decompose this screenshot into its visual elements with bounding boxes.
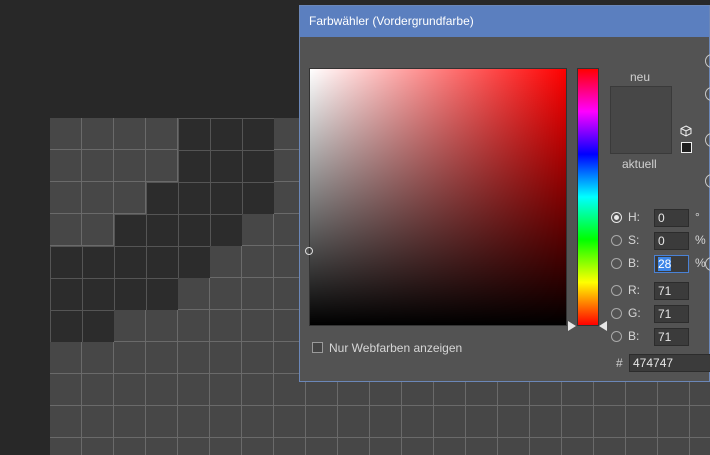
canvas-dark-cell <box>82 310 114 342</box>
red-input[interactable]: 71 <box>654 282 689 300</box>
websafe-square-icon[interactable] <box>681 142 692 153</box>
blue-radio[interactable] <box>611 331 622 342</box>
canvas-dark-cell <box>82 246 114 278</box>
canvas-dark-cell <box>242 118 274 150</box>
green-label: G: <box>628 306 641 320</box>
saturation-brightness-field[interactable] <box>305 68 567 326</box>
canvas-dark-cell <box>114 278 146 310</box>
saturation-unit: % <box>695 233 706 247</box>
canvas-dark-cell <box>82 278 114 310</box>
canvas-dark-cell <box>146 214 178 246</box>
current-color-label: aktuell <box>622 157 657 171</box>
cube-icon[interactable] <box>680 125 692 137</box>
red-label: R: <box>628 283 640 297</box>
hue-input[interactable]: 0 <box>654 209 689 227</box>
color-picker-dialog: Farbwähler (Vordergrundfarbe) neu aktuel… <box>299 5 710 382</box>
canvas-dark-cell <box>178 246 210 278</box>
red-radio[interactable] <box>611 285 622 296</box>
edge-radio-4[interactable] <box>705 174 710 188</box>
canvas-dark-cell <box>210 150 242 182</box>
canvas-dark-cell <box>210 182 242 214</box>
green-input[interactable]: 71 <box>654 305 689 323</box>
canvas-dark-cell <box>146 182 178 214</box>
canvas-dark-cell <box>210 214 242 246</box>
saturation-input[interactable]: 0 <box>654 232 689 250</box>
canvas-dark-cell <box>178 118 210 150</box>
edge-radio-3[interactable] <box>705 133 710 147</box>
blue-input[interactable]: 71 <box>654 328 689 346</box>
canvas-dark-cell <box>178 214 210 246</box>
hex-input[interactable]: 474747 <box>629 354 710 372</box>
canvas-dark-cell <box>146 278 178 310</box>
brightness-radio[interactable] <box>611 258 622 269</box>
webcolors-label: Nur Webfarben anzeigen <box>329 341 463 355</box>
hue-label: H: <box>628 210 640 224</box>
hue-slider-handle-right[interactable] <box>599 321 607 331</box>
canvas-dark-cell <box>114 246 146 278</box>
saturation-label: S: <box>628 233 640 247</box>
canvas-dark-cell <box>242 150 274 182</box>
hex-label: # <box>616 356 623 370</box>
hue-unit: ° <box>695 210 700 224</box>
green-radio[interactable] <box>611 308 622 319</box>
edge-radio-2[interactable] <box>705 87 710 101</box>
dialog-title[interactable]: Farbwähler (Vordergrundfarbe) <box>300 6 709 37</box>
new-color-label: neu <box>630 70 651 84</box>
color-swatch <box>610 86 672 154</box>
canvas-dark-cell <box>50 278 82 310</box>
brightness-label: B: <box>628 256 640 270</box>
color-marker[interactable] <box>305 247 313 255</box>
blue-label: B: <box>628 329 640 343</box>
canvas-dark-cell <box>114 214 146 246</box>
canvas-dark-cell <box>50 246 82 278</box>
edge-radio-1[interactable] <box>705 54 710 68</box>
canvas-dark-cell <box>178 182 210 214</box>
hue-radio[interactable] <box>611 212 622 223</box>
canvas-dark-cell <box>242 182 274 214</box>
canvas-dark-cell <box>178 150 210 182</box>
hue-slider[interactable] <box>577 68 599 326</box>
canvas-dark-cell <box>50 310 82 342</box>
canvas-dark-cell <box>146 246 178 278</box>
saturation-radio[interactable] <box>611 235 622 246</box>
hue-slider-handle-left[interactable] <box>568 321 576 331</box>
webcolors-checkbox[interactable] <box>312 342 323 353</box>
brightness-input[interactable]: 28 <box>654 255 689 273</box>
canvas-dark-cell <box>210 118 242 150</box>
